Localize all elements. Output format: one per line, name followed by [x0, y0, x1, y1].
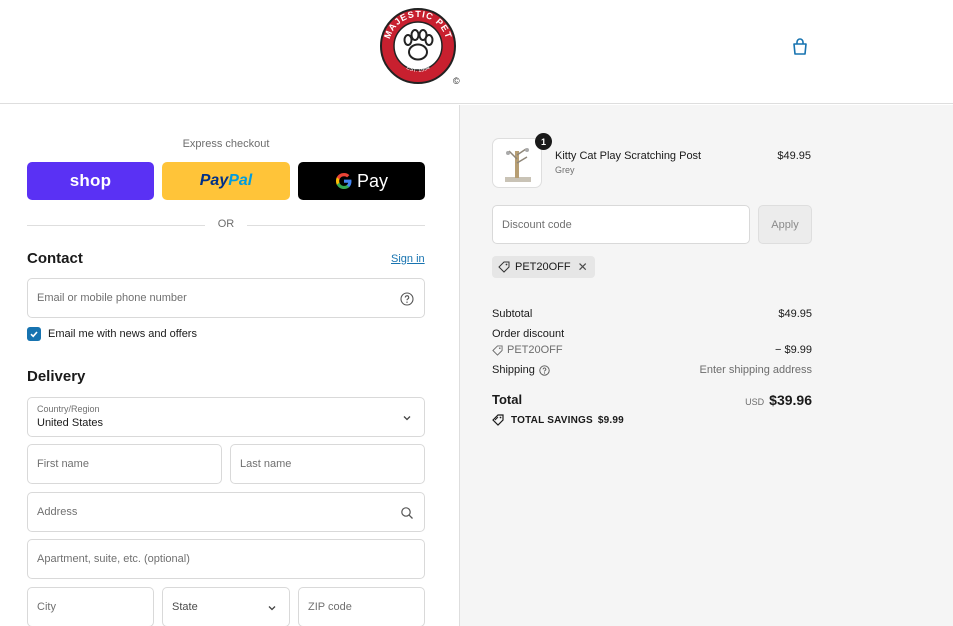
first-name-placeholder: First name — [37, 458, 89, 470]
remove-discount-icon[interactable]: ✕ — [578, 260, 588, 274]
savings-tag-icon — [492, 414, 504, 426]
order-discount-code: PET20OFF — [507, 344, 563, 356]
subtotal-value: $49.95 — [778, 308, 812, 320]
country-label: Country/Region — [37, 404, 100, 414]
express-checkout-title: Express checkout — [182, 138, 270, 150]
google-pay-label: Pay — [356, 170, 389, 191]
sign-in-link[interactable]: Sign in — [391, 253, 425, 265]
newsletter-row: Email me with news and offers — [27, 326, 197, 342]
tag-icon — [498, 261, 510, 273]
tag-icon — [492, 344, 503, 356]
majestic-pet-logo[interactable]: MAJESTIC PET EST. 1994 © — [378, 6, 460, 88]
city-field[interactable]: City — [27, 587, 154, 626]
shipping-row: Shipping Enter shipping address — [492, 364, 812, 376]
order-discount-row: Order discount — [492, 328, 812, 340]
help-circle-icon[interactable] — [400, 292, 414, 306]
total-currency: USD — [745, 397, 765, 407]
svg-text:©: © — [453, 76, 460, 86]
order-discount-value: − $9.99 — [774, 344, 812, 356]
email-placeholder: Email or mobile phone number — [37, 292, 187, 304]
help-circle-icon[interactable] — [539, 364, 550, 376]
paypal-label-pal: Pal — [228, 172, 253, 189]
checkmark-icon — [30, 331, 38, 338]
email-field[interactable]: Email or mobile phone number — [27, 278, 425, 318]
google-g-icon — [335, 173, 352, 189]
order-summary: 1 Kitty Cat Play Scratching Post Grey $4… — [459, 105, 953, 626]
discount-code-placeholder: Discount code — [502, 219, 572, 231]
product-price: $49.95 — [777, 150, 811, 162]
search-icon — [401, 507, 413, 519]
google-pay-button[interactable]: Pay — [298, 162, 425, 200]
contact-title: Contact — [27, 250, 83, 267]
checkout-form: Express checkout shop Pay Pal Pay OR Cont… — [0, 105, 459, 626]
paypal-label-pay: Pay — [199, 172, 229, 189]
savings-label: TOTAL SAVINGS — [511, 414, 593, 426]
cart-bag-icon[interactable] — [790, 37, 810, 57]
or-label: OR — [217, 218, 235, 230]
apply-discount-button[interactable]: Apply — [758, 205, 812, 244]
total-value: $39.96 — [769, 392, 812, 408]
zip-field[interactable]: ZIP code — [298, 587, 425, 626]
address-placeholder: Address — [37, 506, 78, 518]
scratching-post-image — [505, 148, 531, 182]
total-savings: TOTAL SAVINGS $9.99 — [492, 414, 624, 426]
savings-value: $9.99 — [597, 414, 624, 426]
total-row: Total USD $39.96 — [492, 392, 812, 412]
total-label: Total — [492, 392, 523, 407]
applied-discount-code: PET20OFF — [515, 261, 571, 273]
state-select[interactable]: State — [162, 587, 290, 626]
newsletter-label: Email me with news and offers — [48, 328, 197, 340]
product-thumbnail: 1 — [492, 133, 552, 188]
last-name-field[interactable]: Last name — [230, 444, 425, 484]
zip-placeholder: ZIP code — [308, 601, 352, 613]
apartment-field[interactable]: Apartment, suite, etc. (optional) — [27, 539, 425, 579]
order-discount-label: Order discount — [492, 328, 565, 340]
shipping-value: Enter shipping address — [699, 364, 812, 376]
address-field[interactable]: Address — [27, 492, 425, 532]
product-name: Kitty Cat Play Scratching Post — [555, 150, 702, 162]
header: MAJESTIC PET EST. 1994 © — [0, 0, 953, 104]
or-divider: OR — [27, 218, 425, 232]
paypal-button[interactable]: Pay Pal — [162, 162, 290, 200]
product-variant: Grey — [555, 165, 575, 175]
first-name-field[interactable]: First name — [27, 444, 222, 484]
apartment-placeholder: Apartment, suite, etc. (optional) — [37, 553, 190, 565]
newsletter-checkbox[interactable] — [27, 327, 41, 341]
country-select[interactable]: Country/Region United States — [27, 397, 425, 437]
applied-discount-chip: PET20OFF ✕ — [492, 256, 595, 278]
chevron-down-icon — [268, 606, 276, 611]
chevron-down-icon — [403, 416, 411, 421]
state-label: State — [172, 601, 198, 613]
shop-pay-label: shop — [69, 171, 112, 190]
order-discount-code-row: PET20OFF − $9.99 — [492, 344, 812, 359]
delivery-title: Delivery — [27, 368, 86, 385]
quantity-badge: 1 — [535, 133, 552, 150]
country-value: United States — [37, 417, 104, 429]
shop-pay-button[interactable]: shop — [27, 162, 154, 200]
city-placeholder: City — [37, 601, 56, 613]
shipping-label: Shipping — [492, 364, 535, 376]
discount-code-field[interactable]: Discount code — [492, 205, 750, 244]
last-name-placeholder: Last name — [240, 458, 292, 470]
subtotal-row: Subtotal $49.95 — [492, 308, 812, 320]
subtotal-label: Subtotal — [492, 308, 533, 320]
